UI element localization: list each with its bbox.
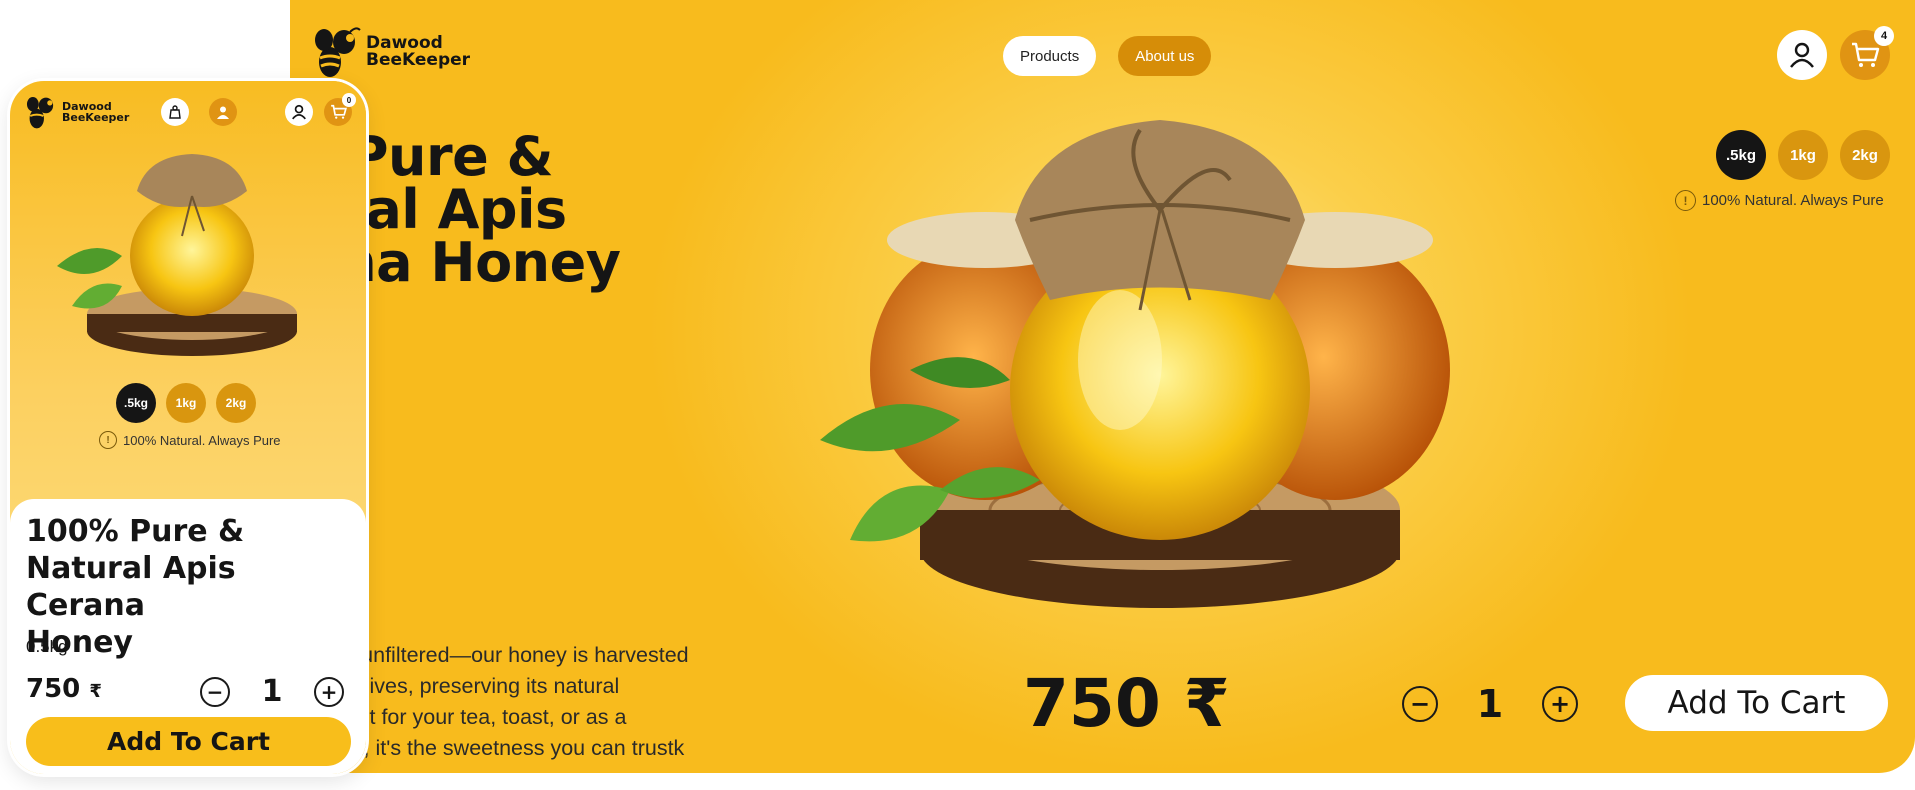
purity-note: ! 100% Natural. Always Pure: [1675, 190, 1884, 211]
mobile-search-button[interactable]: [161, 98, 189, 126]
mobile-view: Dawood BeeKeeper 0 .5kg 1kg 2kg ! 100% N…: [10, 81, 366, 774]
mobile-purity-note: ! 100% Natural. Always Pure: [99, 431, 281, 449]
increase-quantity-button[interactable]: +: [1542, 686, 1578, 722]
mobile-brand-logo[interactable]: Dawood BeeKeeper: [26, 95, 129, 129]
mobile-account-button[interactable]: [285, 98, 313, 126]
mobile-product-title: 100% Pure & Natural Apis Cerana Honey: [26, 514, 245, 660]
cart-icon: [330, 104, 347, 119]
plus-icon: +: [1549, 690, 1571, 718]
mobile-cart-count-badge: 0: [342, 93, 356, 107]
weight-icon: [169, 105, 181, 119]
person-icon: [217, 106, 229, 119]
mobile-quantity-stepper: − 1 +: [200, 674, 344, 709]
mobile-cart-button[interactable]: 0: [324, 93, 356, 126]
mobile-decrease-quantity-button[interactable]: −: [200, 676, 230, 707]
size-option-1kg[interactable]: 1kg: [1778, 130, 1828, 180]
mobile-product-price: 750 ₹: [26, 674, 102, 704]
cart-count-badge: 4: [1874, 26, 1894, 46]
size-option-2kg[interactable]: 2kg: [1840, 130, 1890, 180]
size-selector: .5kg 1kg 2kg: [1716, 130, 1890, 180]
user-icon: [292, 104, 306, 120]
bee-logo-icon: [26, 96, 54, 129]
bee-logo-icon: [315, 27, 361, 77]
mobile-increase-quantity-button[interactable]: +: [314, 676, 344, 707]
mobile-size-option-1kg[interactable]: 1kg: [166, 383, 206, 423]
plus-icon: +: [320, 679, 338, 704]
mobile-profile-button[interactable]: [209, 98, 237, 126]
mobile-product-card: 100% Pure & Natural Apis Cerana Honey 0.…: [10, 499, 366, 774]
honey-jars-image: [820, 120, 1450, 608]
quantity-value: 1: [1476, 682, 1504, 726]
mobile-size-option-05kg[interactable]: .5kg: [116, 383, 156, 423]
mobile-size-selector: .5kg 1kg 2kg: [116, 383, 256, 423]
cart-icon: [1852, 42, 1880, 67]
size-option-05kg[interactable]: .5kg: [1716, 130, 1766, 180]
mobile-product-weight: 0.5kg: [26, 637, 68, 656]
brand-name-line2: BeeKeeper: [366, 50, 471, 70]
minus-icon: −: [206, 679, 224, 704]
decrease-quantity-button[interactable]: −: [1402, 686, 1438, 722]
info-icon: !: [99, 431, 117, 449]
cart-button[interactable]: 4: [1840, 26, 1894, 80]
currency-symbol: ₹: [89, 681, 102, 702]
account-button[interactable]: [1777, 30, 1827, 80]
mobile-honey-jar-image: [57, 154, 297, 356]
info-icon: !: [1675, 190, 1696, 211]
user-icon: [1790, 42, 1814, 68]
desktop-view: Dawood BeeKeeper Products About us 4 0% …: [290, 0, 1915, 773]
minus-icon: −: [1409, 690, 1431, 718]
mobile-size-option-2kg[interactable]: 2kg: [216, 383, 256, 423]
add-to-cart-button[interactable]: Add To Cart: [1625, 675, 1888, 731]
mobile-quantity-value: 1: [261, 674, 283, 709]
brand-logo[interactable]: Dawood BeeKeeper: [314, 26, 470, 78]
quantity-stepper: − 1 +: [1402, 682, 1578, 726]
product-price: 750 ₹: [1023, 665, 1230, 742]
mobile-add-to-cart-button[interactable]: Add To Cart: [26, 717, 351, 766]
